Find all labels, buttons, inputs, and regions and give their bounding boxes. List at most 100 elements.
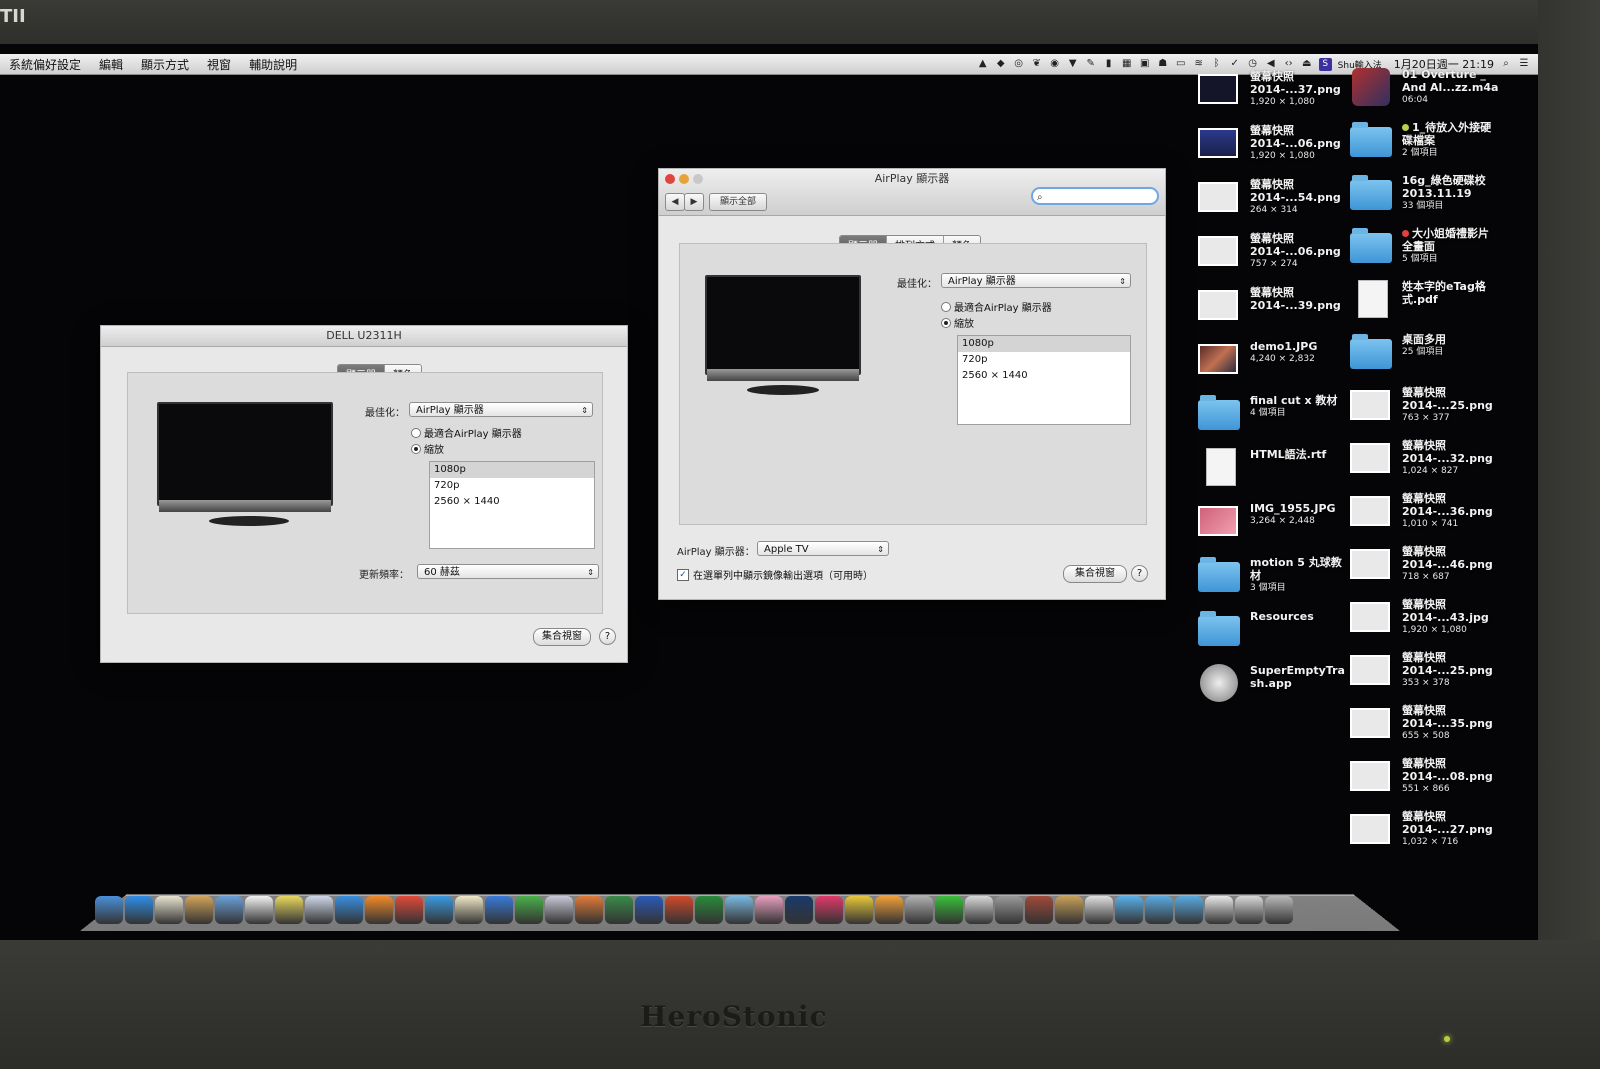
dell-optimize-popup[interactable]: AirPlay 顯示器 ⇕ — [409, 402, 593, 417]
dell-resolution-option[interactable]: 2560 × 1440 — [430, 494, 594, 510]
airplay-help-button[interactable]: ? — [1131, 565, 1148, 582]
dell-radio-best[interactable]: 最適合AirPlay 顯示器 — [411, 425, 522, 440]
downloads-icon[interactable] — [1235, 896, 1263, 924]
dell-resolution-option[interactable]: 720p — [430, 478, 594, 494]
zoom-icon[interactable] — [693, 174, 703, 184]
desktop-item[interactable]: IMG_1955.JPG 3,264 × 2,448 — [1198, 500, 1368, 552]
dell-gather-windows-button[interactable]: 集合視窗 — [533, 628, 591, 646]
menu-view[interactable]: 顯示方式 — [132, 56, 198, 73]
minimize-icon[interactable] — [679, 174, 689, 184]
notes-icon[interactable] — [155, 896, 183, 924]
desktop-item[interactable]: 姓本字的eTag格 式.pdf — [1350, 278, 1520, 330]
desktop-item[interactable]: motion 5 丸球教材 3 個項目 — [1198, 554, 1368, 606]
desktop-item[interactable]: 螢幕快照 2014-...25.png 763 × 377 — [1350, 384, 1520, 436]
dell-refresh-popup[interactable]: 60 赫茲 ⇕ — [417, 564, 599, 579]
desktop-item[interactable]: 螢幕快照 2014-...35.png 655 × 508 — [1350, 702, 1520, 754]
menu-help[interactable]: 輔助說明 — [240, 56, 306, 73]
airplay-device-popup[interactable]: Apple TV ⇕ — [757, 541, 889, 556]
airplay-resolution-option[interactable]: 1080p — [958, 336, 1130, 352]
dell-radio-scaled[interactable]: 縮放 — [411, 441, 444, 456]
menu-edit[interactable]: 編輯 — [90, 56, 132, 73]
desktop-item[interactable]: 螢幕快照 2014-...08.png 551 × 866 — [1350, 755, 1520, 807]
picasa-icon[interactable] — [755, 896, 783, 924]
trash-icon[interactable] — [1265, 896, 1293, 924]
user-icon[interactable]: ☗ — [1157, 58, 1169, 70]
desktop-item[interactable]: 大小姐婚禮影片 全畫面 5 個項目 — [1350, 225, 1520, 277]
search-input[interactable]: ⌕ — [1031, 187, 1159, 205]
documents-folder-icon[interactable] — [1175, 896, 1203, 924]
forward-button[interactable]: ▶ — [684, 193, 704, 211]
dell-help-button[interactable]: ? — [599, 628, 616, 645]
contacts-icon[interactable] — [185, 896, 213, 924]
photoshop-icon[interactable] — [785, 896, 813, 924]
menu-app[interactable]: 系統偏好設定 — [0, 56, 90, 73]
airplay-resolution-option[interactable]: 2560 × 1440 — [958, 368, 1130, 384]
desktop-item[interactable]: 01 Overture _ And Al...zz.m4a 06:04 — [1350, 66, 1520, 118]
system-prefs-icon[interactable] — [995, 896, 1023, 924]
applications-folder-icon[interactable] — [1145, 896, 1173, 924]
heart-app-icon[interactable] — [815, 896, 843, 924]
powerpoint-icon[interactable] — [665, 896, 693, 924]
airplay-radio-best[interactable]: 最適合AirPlay 顯示器 — [941, 299, 1052, 314]
desktop-item[interactable]: demo1.JPG 4,240 × 2,832 — [1198, 338, 1368, 390]
mirror-options-checkbox[interactable]: ✓ 在選單列中顯示鏡像輸出選項（可用時） — [677, 567, 873, 582]
chart-icon[interactable] — [605, 896, 633, 924]
dell-resolution-list[interactable]: 1080p 720p 2560 × 1440 — [429, 461, 595, 549]
airplay-resolution-option[interactable]: 720p — [958, 352, 1130, 368]
color-wheel-icon[interactable] — [845, 896, 873, 924]
photo-booth-icon[interactable] — [1025, 896, 1053, 924]
desktop-item[interactable]: Resources — [1198, 608, 1368, 660]
script-icon[interactable] — [965, 896, 993, 924]
finder-icon[interactable] — [95, 896, 123, 924]
desktop-item[interactable]: 16g_綠色硬碟校 2013.11.19 33 個項目 — [1350, 172, 1520, 224]
preview-icon[interactable] — [305, 896, 333, 924]
desktop-item[interactable]: 螢幕快照 2014-...06.png 757 × 274 — [1198, 230, 1368, 282]
desktop-item[interactable]: 螢幕快照 2014-...36.png 1,010 × 741 — [1350, 490, 1520, 542]
document-stack-icon[interactable] — [1205, 896, 1233, 924]
back-button[interactable]: ◀ — [665, 193, 685, 211]
airplay-optimize-popup[interactable]: AirPlay 顯示器 ⇕ — [941, 273, 1131, 288]
menu-window[interactable]: 視窗 — [198, 56, 240, 73]
desktop-item[interactable]: 螢幕快照 2014-...25.png 353 × 378 — [1350, 649, 1520, 701]
desktop-item[interactable]: 螢幕快照 2014-...37.png 1,920 × 1,080 — [1198, 68, 1368, 120]
desktop-item[interactable]: 螢幕快照 2014-...06.png 1,920 × 1,080 — [1198, 122, 1368, 174]
mail-icon[interactable] — [215, 896, 243, 924]
dell-resolution-option[interactable]: 1080p — [430, 462, 594, 478]
evernote-icon[interactable]: ❦ — [1031, 58, 1043, 70]
desktop-item[interactable]: 螢幕快照 2014-...39.png — [1198, 284, 1368, 336]
airplay-window-toolbar[interactable]: AirPlay 顯示器 ◀ ▶ 顯示全部 ⌕ — [659, 169, 1165, 216]
safari-icon[interactable] — [425, 896, 453, 924]
desktop-item[interactable]: 桌面多用 25 個項目 — [1350, 331, 1520, 383]
close-icon[interactable] — [665, 174, 675, 184]
itunes-icon[interactable] — [335, 896, 363, 924]
app-store-icon[interactable] — [125, 896, 153, 924]
maps-icon[interactable] — [725, 896, 753, 924]
airplay-radio-scaled[interactable]: 縮放 — [941, 315, 974, 330]
airplay-gather-windows-button[interactable]: 集合視窗 — [1063, 565, 1127, 583]
stickies-icon[interactable] — [275, 896, 303, 924]
desktop-item[interactable]: 螢幕快照 2014-...27.png 1,032 × 716 — [1350, 808, 1520, 860]
desktop-item[interactable]: final cut x 教材 4 個項目 — [1198, 392, 1368, 444]
airplay-display-icon[interactable]: ▭ — [1175, 58, 1187, 70]
font-book-icon[interactable] — [1055, 896, 1083, 924]
presentation-icon[interactable] — [575, 896, 603, 924]
desktop-item[interactable]: 螢幕快照 2014-...32.png 1,024 × 827 — [1350, 437, 1520, 489]
globe-icon[interactable]: ◉ — [1049, 58, 1061, 70]
dropbox-icon[interactable]: ◆ — [995, 58, 1007, 70]
pen-tray-icon[interactable]: ✎ — [1085, 58, 1097, 70]
keynote-icon[interactable] — [485, 896, 513, 924]
tools-icon[interactable] — [905, 896, 933, 924]
ibooks-icon[interactable] — [365, 896, 393, 924]
sync-icon[interactable]: ◎ — [1013, 58, 1025, 70]
excel-icon[interactable] — [695, 896, 723, 924]
word-icon[interactable] — [635, 896, 663, 924]
desktop-item[interactable]: SuperEmptyTra sh.app — [1198, 662, 1368, 714]
drive-icon[interactable]: ▼ — [1067, 58, 1079, 70]
line-icon[interactable] — [935, 896, 963, 924]
desktop-item[interactable]: 螢幕快照 2014-...54.png 264 × 314 — [1198, 176, 1368, 228]
desktop-item[interactable]: 1_待放入外接硬 碟檔案 2 個項目 — [1350, 119, 1520, 171]
messages-icon[interactable] — [1115, 896, 1143, 924]
desktop-item[interactable]: 螢幕快照 2014-...43.jpg 1,920 × 1,080 — [1350, 596, 1520, 648]
flame-icon[interactable]: ▲ — [977, 58, 989, 70]
photos-icon[interactable] — [875, 896, 903, 924]
